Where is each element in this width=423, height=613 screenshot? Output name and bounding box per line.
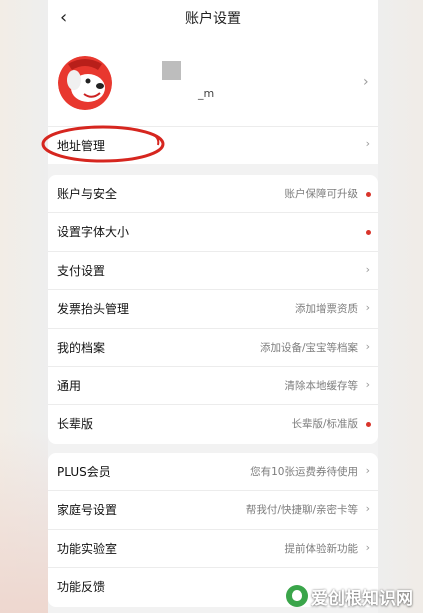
settings-card: 账户与安全 账户保障可升级 设置字体大小 支付设置 › 发票抬头管理 添加增票资质 › 我的档案… xyxy=(48,175,378,444)
side-tint xyxy=(0,430,48,613)
watermark: 爱创根知识网 xyxy=(286,582,413,610)
settings-row[interactable]: 功能实验室 提前体验新功能 › xyxy=(48,530,378,569)
watermark-logo-icon xyxy=(286,585,308,607)
settings-row[interactable]: 家庭号设置 帮我付/快捷聊/亲密卡等 › xyxy=(48,491,378,530)
avatar[interactable] xyxy=(58,56,112,110)
row-label: 我的档案 xyxy=(57,340,106,355)
row-value: 提前体验新功能 xyxy=(284,542,359,555)
row-label: 支付设置 xyxy=(57,263,106,278)
row-value: 添加增票资质 xyxy=(295,303,358,316)
row-label: 账户与安全 xyxy=(57,187,118,201)
row-label: 功能反馈 xyxy=(57,580,106,595)
username: _m xyxy=(198,87,215,100)
notification-dot xyxy=(366,192,371,197)
chevron-right-icon: › xyxy=(365,502,370,516)
row-value: 您有10张运费券待使用 xyxy=(250,466,358,478)
settings-row[interactable]: 发票抬头管理 添加增票资质 › xyxy=(48,290,378,329)
settings-row[interactable]: 账户与安全 账户保障可升级 xyxy=(48,175,378,214)
chevron-right-icon[interactable]: › xyxy=(363,73,369,91)
row-label: 设置字体大小 xyxy=(57,225,130,240)
avatar-joy-dog-icon xyxy=(58,56,112,110)
settings-row[interactable]: 通用 清除本地缓存等 › xyxy=(48,367,378,406)
chevron-right-icon: › xyxy=(365,301,370,315)
row-value: 长辈版/标准版 xyxy=(291,418,358,431)
settings-row[interactable]: 支付设置 › xyxy=(48,252,378,291)
settings-row[interactable]: 我的档案 添加设备/宝宝等档案 › xyxy=(48,329,378,367)
row-value: 添加设备/宝宝等档案 xyxy=(259,341,358,354)
row-label: 地址管理 xyxy=(57,139,106,153)
settings-row[interactable]: PLUS会员 您有10张运费券待使用 › xyxy=(48,453,378,492)
chevron-right-icon: › xyxy=(365,137,370,150)
notification-dot xyxy=(366,230,371,236)
chevron-right-icon: › xyxy=(365,464,370,477)
row-label: PLUS会员 xyxy=(57,465,111,479)
page-title: 账户设置 xyxy=(185,11,241,27)
row-value: 帮我付/快捷聊/亲密卡等 xyxy=(245,504,358,517)
chevron-right-icon: › xyxy=(365,262,370,276)
watermark-text: 爱创根知识网 xyxy=(311,588,413,609)
row-label: 通用 xyxy=(57,378,82,393)
row-label: 长辈版 xyxy=(57,417,94,432)
settings-row[interactable]: 长辈版 长辈版/标准版 xyxy=(48,405,378,443)
row-label: 功能实验室 xyxy=(57,541,118,556)
chevron-right-icon: › xyxy=(365,339,370,353)
row-label: 家庭号设置 xyxy=(57,503,118,518)
chevron-right-icon: › xyxy=(365,377,370,391)
row-value: 账户保障可升级 xyxy=(284,188,359,200)
nickname-redacted xyxy=(162,61,181,80)
notification-dot xyxy=(366,422,371,428)
chevron-right-icon: › xyxy=(365,540,370,554)
address-management-row[interactable]: 地址管理 › xyxy=(48,126,378,164)
row-value: 清除本地缓存等 xyxy=(284,379,359,392)
settings-row[interactable]: 设置字体大小 xyxy=(48,213,378,252)
row-label: 发票抬头管理 xyxy=(57,302,130,317)
